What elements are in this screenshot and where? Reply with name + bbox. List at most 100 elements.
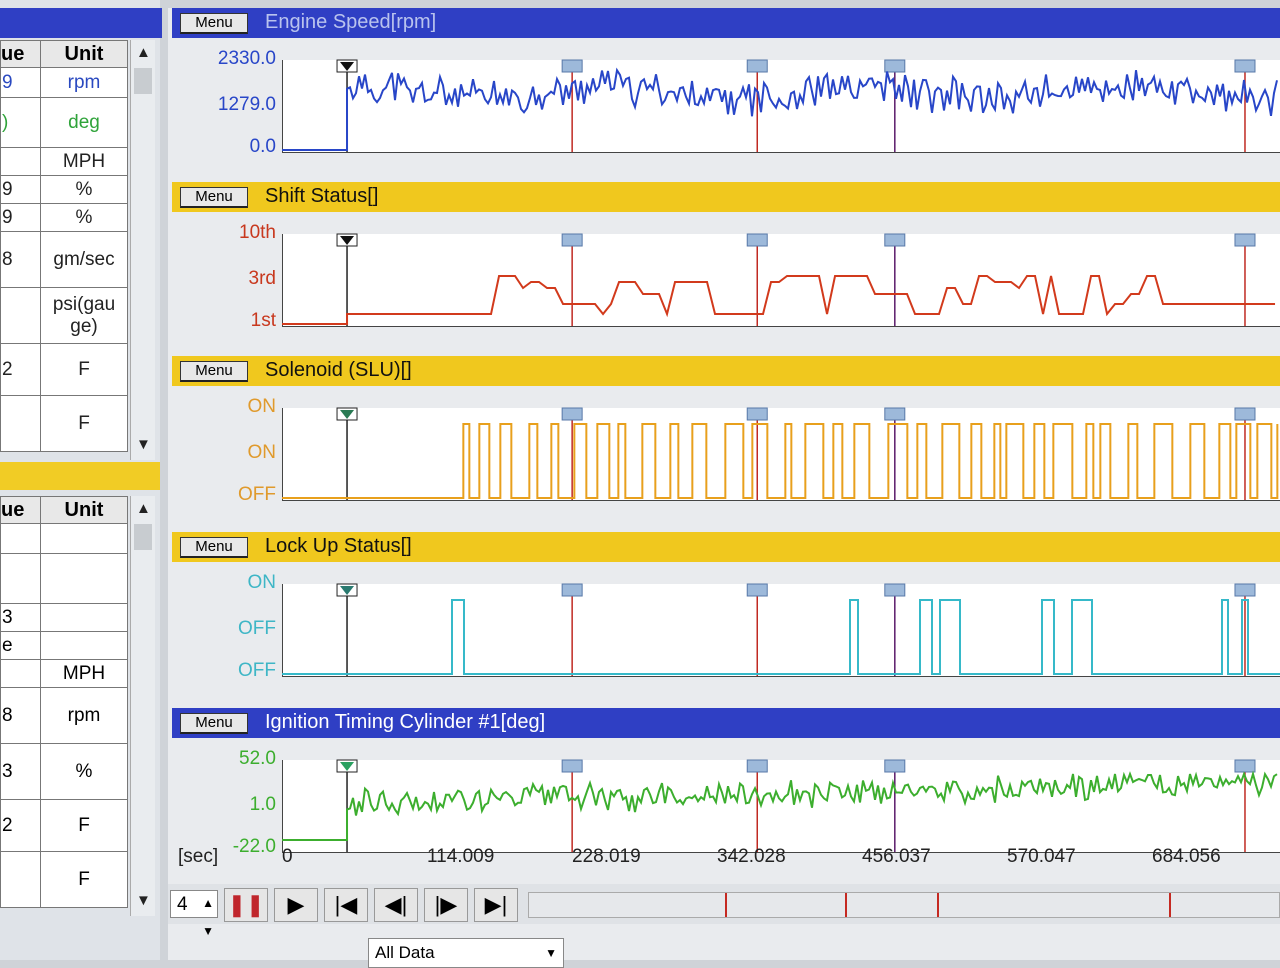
- data-list-row[interactable]: 9%: [0, 175, 128, 204]
- unit-cell: deg: [40, 97, 128, 148]
- trace-svg: [282, 59, 1278, 152]
- scroll-up-icon[interactable]: ▲: [136, 44, 151, 61]
- data-list-row[interactable]: [0, 523, 128, 554]
- graph-panel-header: Menu Solenoid (SLU)[]: [172, 356, 1280, 386]
- trace-svg: [282, 583, 1280, 676]
- spinner-arrows-icon[interactable]: ▲ ▼: [202, 889, 214, 945]
- signal-trace: [282, 770, 1278, 841]
- data-list-row[interactable]: ) deg: [0, 97, 128, 148]
- graph-panel: Menu Lock Up Status[] ON OFF OFF: [172, 532, 1280, 702]
- data-list-row[interactable]: F: [0, 395, 128, 452]
- panel-menu-button[interactable]: Menu: [180, 187, 248, 208]
- unit-cell: [40, 603, 128, 632]
- scroll-down-icon[interactable]: ▼: [136, 436, 151, 453]
- unit-cell: %: [40, 175, 128, 204]
- panel-title: Ignition Timing Cylinder #1[deg]: [265, 711, 546, 733]
- scrollbar-top[interactable]: ▲ ▼: [130, 40, 155, 460]
- cursor-marker: [561, 59, 583, 73]
- cursor-marker: [1234, 759, 1256, 773]
- x-axis-tick-label: 342.028: [717, 846, 786, 867]
- data-list-row[interactable]: MPH: [0, 659, 128, 688]
- data-list-row[interactable]: MPH: [0, 147, 128, 176]
- data-list-row[interactable]: F: [0, 851, 128, 908]
- skip-end-button[interactable]: ▶|: [474, 888, 518, 922]
- data-list-row[interactable]: 9%: [0, 203, 128, 232]
- x-axis-tick-label: 0: [282, 846, 293, 867]
- chevron-down-icon: ▼: [545, 946, 557, 960]
- value-cell: [0, 553, 41, 604]
- signal-trace: [282, 275, 1276, 325]
- cursor-marker: [884, 583, 906, 597]
- timeline-marker: [725, 893, 727, 917]
- trace-svg: [282, 407, 1279, 500]
- step-back-button[interactable]: ◀|: [374, 888, 418, 922]
- pause-button[interactable]: ❚❚: [224, 888, 268, 922]
- cursor-marker: [746, 583, 768, 597]
- data-list-row[interactable]: psi(gau ge): [0, 287, 128, 344]
- value-cell: 8: [0, 687, 41, 744]
- unit-cell: [40, 631, 128, 660]
- value-column-header[interactable]: ue: [0, 40, 41, 68]
- panel-menu-button[interactable]: Menu: [180, 361, 248, 382]
- scroll-thumb[interactable]: [134, 68, 152, 94]
- timeline-slider[interactable]: [528, 892, 1280, 918]
- scroll-up-icon[interactable]: ▲: [136, 500, 151, 517]
- data-range-dropdown-value: All Data: [375, 943, 435, 962]
- panel-menu-button[interactable]: Menu: [180, 537, 248, 558]
- data-list-row[interactable]: 8 rpm: [0, 687, 128, 744]
- panel-menu-button[interactable]: Menu: [180, 13, 248, 34]
- cursor-marker: [561, 759, 583, 773]
- graph-panel: Menu Solenoid (SLU)[] ON ON OFF: [172, 356, 1280, 526]
- value-cell: 3: [0, 603, 41, 632]
- x-axis-tick-label: 456.037: [862, 846, 931, 867]
- graph-area: Menu Engine Speed[rpm] 2330.0 1279.0 0.0 Menu…: [168, 8, 1280, 968]
- data-list-row[interactable]: 2F: [0, 343, 128, 396]
- value-column-header[interactable]: ue: [0, 496, 41, 524]
- signal-trace: [282, 67, 1278, 151]
- speed-value: 4: [177, 894, 188, 915]
- panel-menu-button[interactable]: Menu: [180, 713, 248, 734]
- value-cell: 8: [0, 231, 41, 288]
- scroll-thumb[interactable]: [134, 524, 152, 550]
- unit-cell: %: [40, 203, 128, 232]
- unit-column-header[interactable]: Unit: [40, 40, 128, 68]
- unit-cell: MPH: [40, 147, 128, 176]
- data-list-row[interactable]: 2F: [0, 799, 128, 852]
- cursor-marker: [1234, 233, 1256, 247]
- cursor-marker: [1234, 583, 1256, 597]
- step-forward-button[interactable]: |▶: [424, 888, 468, 922]
- unit-cell: rpm: [40, 67, 128, 98]
- scrollbar-bottom[interactable]: ▲ ▼: [130, 496, 155, 916]
- unit-column-header[interactable]: Unit: [40, 496, 128, 524]
- timeline-marker: [1169, 893, 1171, 917]
- graph-panel-header: Menu Shift Status[]: [172, 182, 1280, 212]
- scroll-down-icon[interactable]: ▼: [136, 892, 151, 909]
- value-cell: [0, 851, 41, 908]
- unit-cell: psi(gau ge): [40, 287, 128, 344]
- trace-svg: [282, 233, 1276, 326]
- signal-trace: [282, 423, 1279, 499]
- skip-start-button[interactable]: |◀: [324, 888, 368, 922]
- playback-toolbar: 4 ▲ ▼ ❚❚ ▶ |◀ ◀| |▶ ▶|: [168, 884, 1280, 938]
- unit-cell: F: [40, 799, 128, 852]
- unit-cell: gm/sec: [40, 231, 128, 288]
- data-range-dropdown[interactable]: All Data ▼: [368, 938, 564, 968]
- panel-title: Engine Speed[rpm]: [265, 11, 437, 33]
- data-list-row[interactable]: [0, 553, 128, 604]
- x-axis-unit-label: [sec]: [178, 846, 219, 867]
- unit-cell: rpm: [40, 687, 128, 744]
- speed-spinner[interactable]: 4 ▲ ▼: [170, 890, 218, 938]
- data-list-row[interactable]: 9 rpm: [0, 67, 128, 98]
- data-list-row[interactable]: e: [0, 631, 128, 660]
- data-list-row[interactable]: 8 gm/sec: [0, 231, 128, 288]
- value-cell: [0, 659, 41, 688]
- cursor-marker: [1234, 407, 1256, 421]
- value-cell: 3: [0, 743, 41, 800]
- x-axis-tick-label: 114.009: [427, 846, 495, 867]
- timeline-marker: [845, 893, 847, 917]
- play-button[interactable]: ▶: [274, 888, 318, 922]
- value-cell: [0, 395, 41, 452]
- data-list-row[interactable]: 3: [0, 603, 128, 632]
- graph-panel-header: Menu Engine Speed[rpm]: [172, 8, 1280, 38]
- data-list-row[interactable]: 3%: [0, 743, 128, 800]
